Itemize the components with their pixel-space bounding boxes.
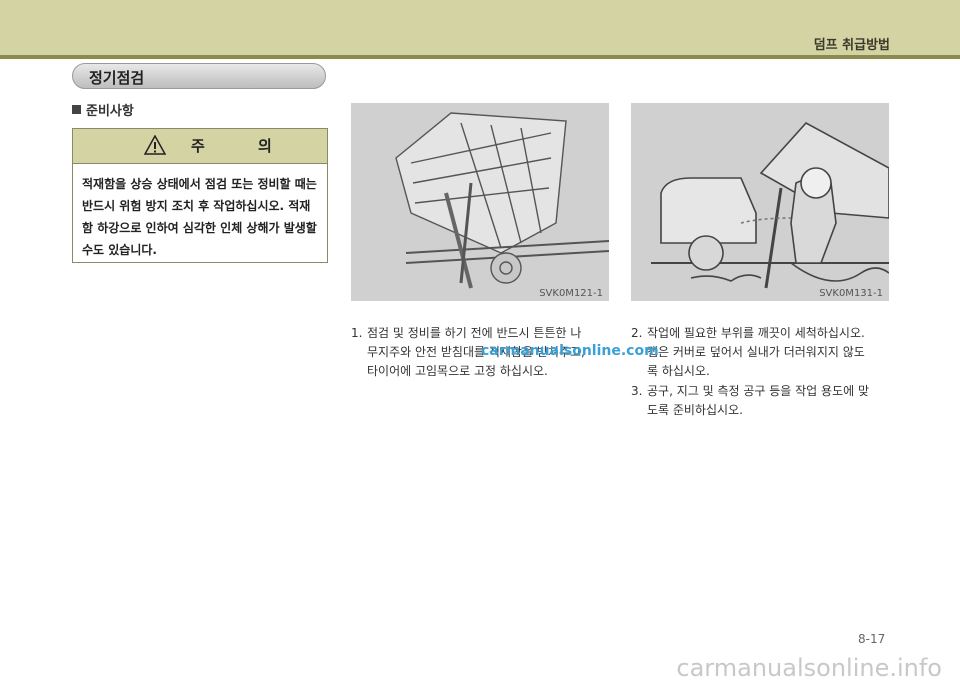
figure-code: SVK0M121-1 xyxy=(539,288,603,299)
caution-header: 주 의 xyxy=(73,129,327,164)
header-rule xyxy=(0,55,960,59)
caution-line: 수도 있습니다. xyxy=(82,243,157,257)
warning-triangle-icon xyxy=(144,135,166,155)
watermark-link[interactable]: carmanualsonline.com xyxy=(481,343,659,359)
page-number: 8-17 xyxy=(858,632,886,646)
chapter-title: 덤프 취급방법 xyxy=(813,38,890,53)
caution-line: 반드시 위험 방지 조치 후 작업하십시오. 적재 xyxy=(82,199,311,213)
step-line: 록 하십시오. xyxy=(647,364,710,378)
footer-watermark: carmanualsonline.info xyxy=(676,654,942,682)
square-bullet-icon xyxy=(72,105,81,114)
caution-box: 주 의 적재함을 상승 상태에서 점검 또는 정비할 때는 반드시 위험 방지 … xyxy=(72,128,328,263)
subsection-title: 준비사항 xyxy=(86,104,134,119)
dump-body-illustration xyxy=(395,112,609,289)
step-number: 2. xyxy=(631,326,643,340)
footer: carmanualsonline.info xyxy=(0,652,960,685)
figure-washing-truck: SVK0M131-1 xyxy=(631,103,889,301)
step-line: 작업에 필요한 부위를 깨끗이 세척하십시오. xyxy=(647,326,865,340)
section-title-pill: 정기점검 xyxy=(72,63,326,89)
step-line: 타이어에 고임목으로 고정 하십시오. xyxy=(367,364,548,378)
caution-title: 주 의 xyxy=(191,137,296,155)
washing-truck-illustration xyxy=(651,121,889,289)
caution-line: 적재함을 상승 상태에서 점검 또는 정비할 때는 xyxy=(82,177,317,191)
caution-line: 함 하강으로 인하여 심각한 인체 상해가 발생할 xyxy=(82,221,317,235)
step-number: 3. xyxy=(631,384,643,398)
step-line: 도록 준비하십시오. xyxy=(647,403,743,417)
page-header: 덤프 취급방법 xyxy=(0,0,960,55)
figure-code: SVK0M131-1 xyxy=(819,288,883,299)
step-line: 공구, 지그 및 측정 공구 등을 작업 용도에 맞 xyxy=(647,384,870,398)
step-line: 점검 및 정비를 하기 전에 반드시 튼튼한 나 xyxy=(367,326,582,340)
caution-text: 적재함을 상승 상태에서 점검 또는 정비할 때는 반드시 위험 방지 조치 후… xyxy=(73,164,327,261)
step-number: 1. xyxy=(351,326,363,340)
subsection-heading: 준비사항 xyxy=(72,100,134,119)
step-line: 캡은 커버로 덮어서 실내가 더러워지지 않도 xyxy=(647,345,865,359)
section-title: 정기점검 xyxy=(89,69,145,87)
figure-dump-body-support: SVK0M121-1 xyxy=(351,103,609,301)
